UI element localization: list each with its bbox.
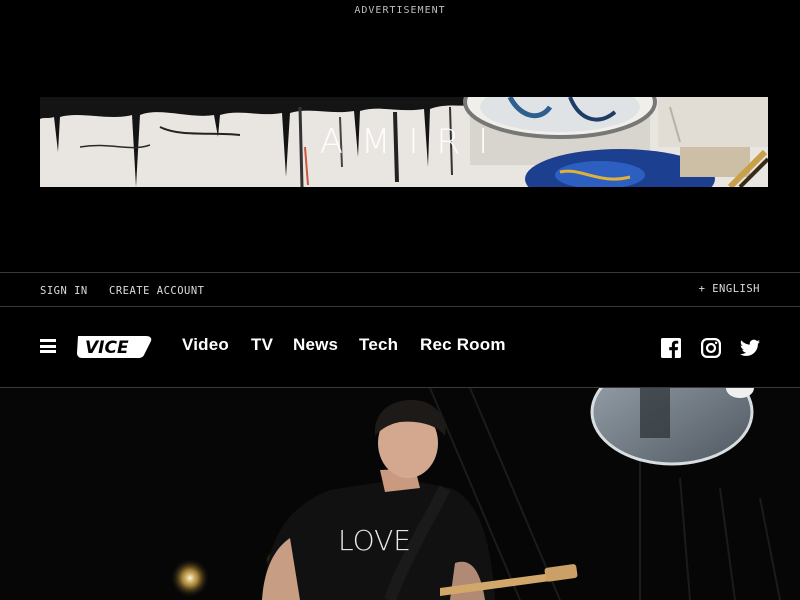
nav-item-news[interactable]: News — [293, 335, 338, 355]
advertisement-label: ADVERTISEMENT — [354, 5, 446, 16]
sign-in-link[interactable]: SIGN IN — [40, 285, 88, 297]
main-nav: VICE Video TV News Tech Rec Room — [0, 307, 800, 388]
create-account-link[interactable]: CREATE ACCOUNT — [109, 285, 205, 297]
vice-logo[interactable]: VICE — [76, 335, 152, 364]
nav-item-tech[interactable]: Tech — [359, 335, 398, 355]
language-selector[interactable]: + ENGLISH — [699, 283, 760, 295]
hero-photo-concert: LOVE — [0, 388, 800, 600]
ad-brand-name: AMIRI — [319, 122, 507, 162]
instagram-icon[interactable] — [701, 338, 721, 358]
vice-logo-text: VICE — [85, 338, 129, 358]
facebook-icon[interactable] — [661, 338, 681, 358]
hero-image[interactable]: LOVE — [0, 388, 800, 600]
ad-banner[interactable]: AMIRI — [40, 97, 768, 187]
twitter-icon[interactable] — [740, 338, 760, 358]
hamburger-menu-icon[interactable] — [40, 339, 56, 353]
shirt-text: LOVE — [338, 524, 411, 557]
nav-item-rec-room[interactable]: Rec Room — [420, 335, 506, 355]
nav-item-video[interactable]: Video — [182, 335, 229, 355]
account-bar: SIGN IN CREATE ACCOUNT + ENGLISH — [0, 272, 800, 307]
nav-item-tv[interactable]: TV — [251, 335, 273, 355]
vice-logo-mark: VICE — [77, 336, 152, 358]
